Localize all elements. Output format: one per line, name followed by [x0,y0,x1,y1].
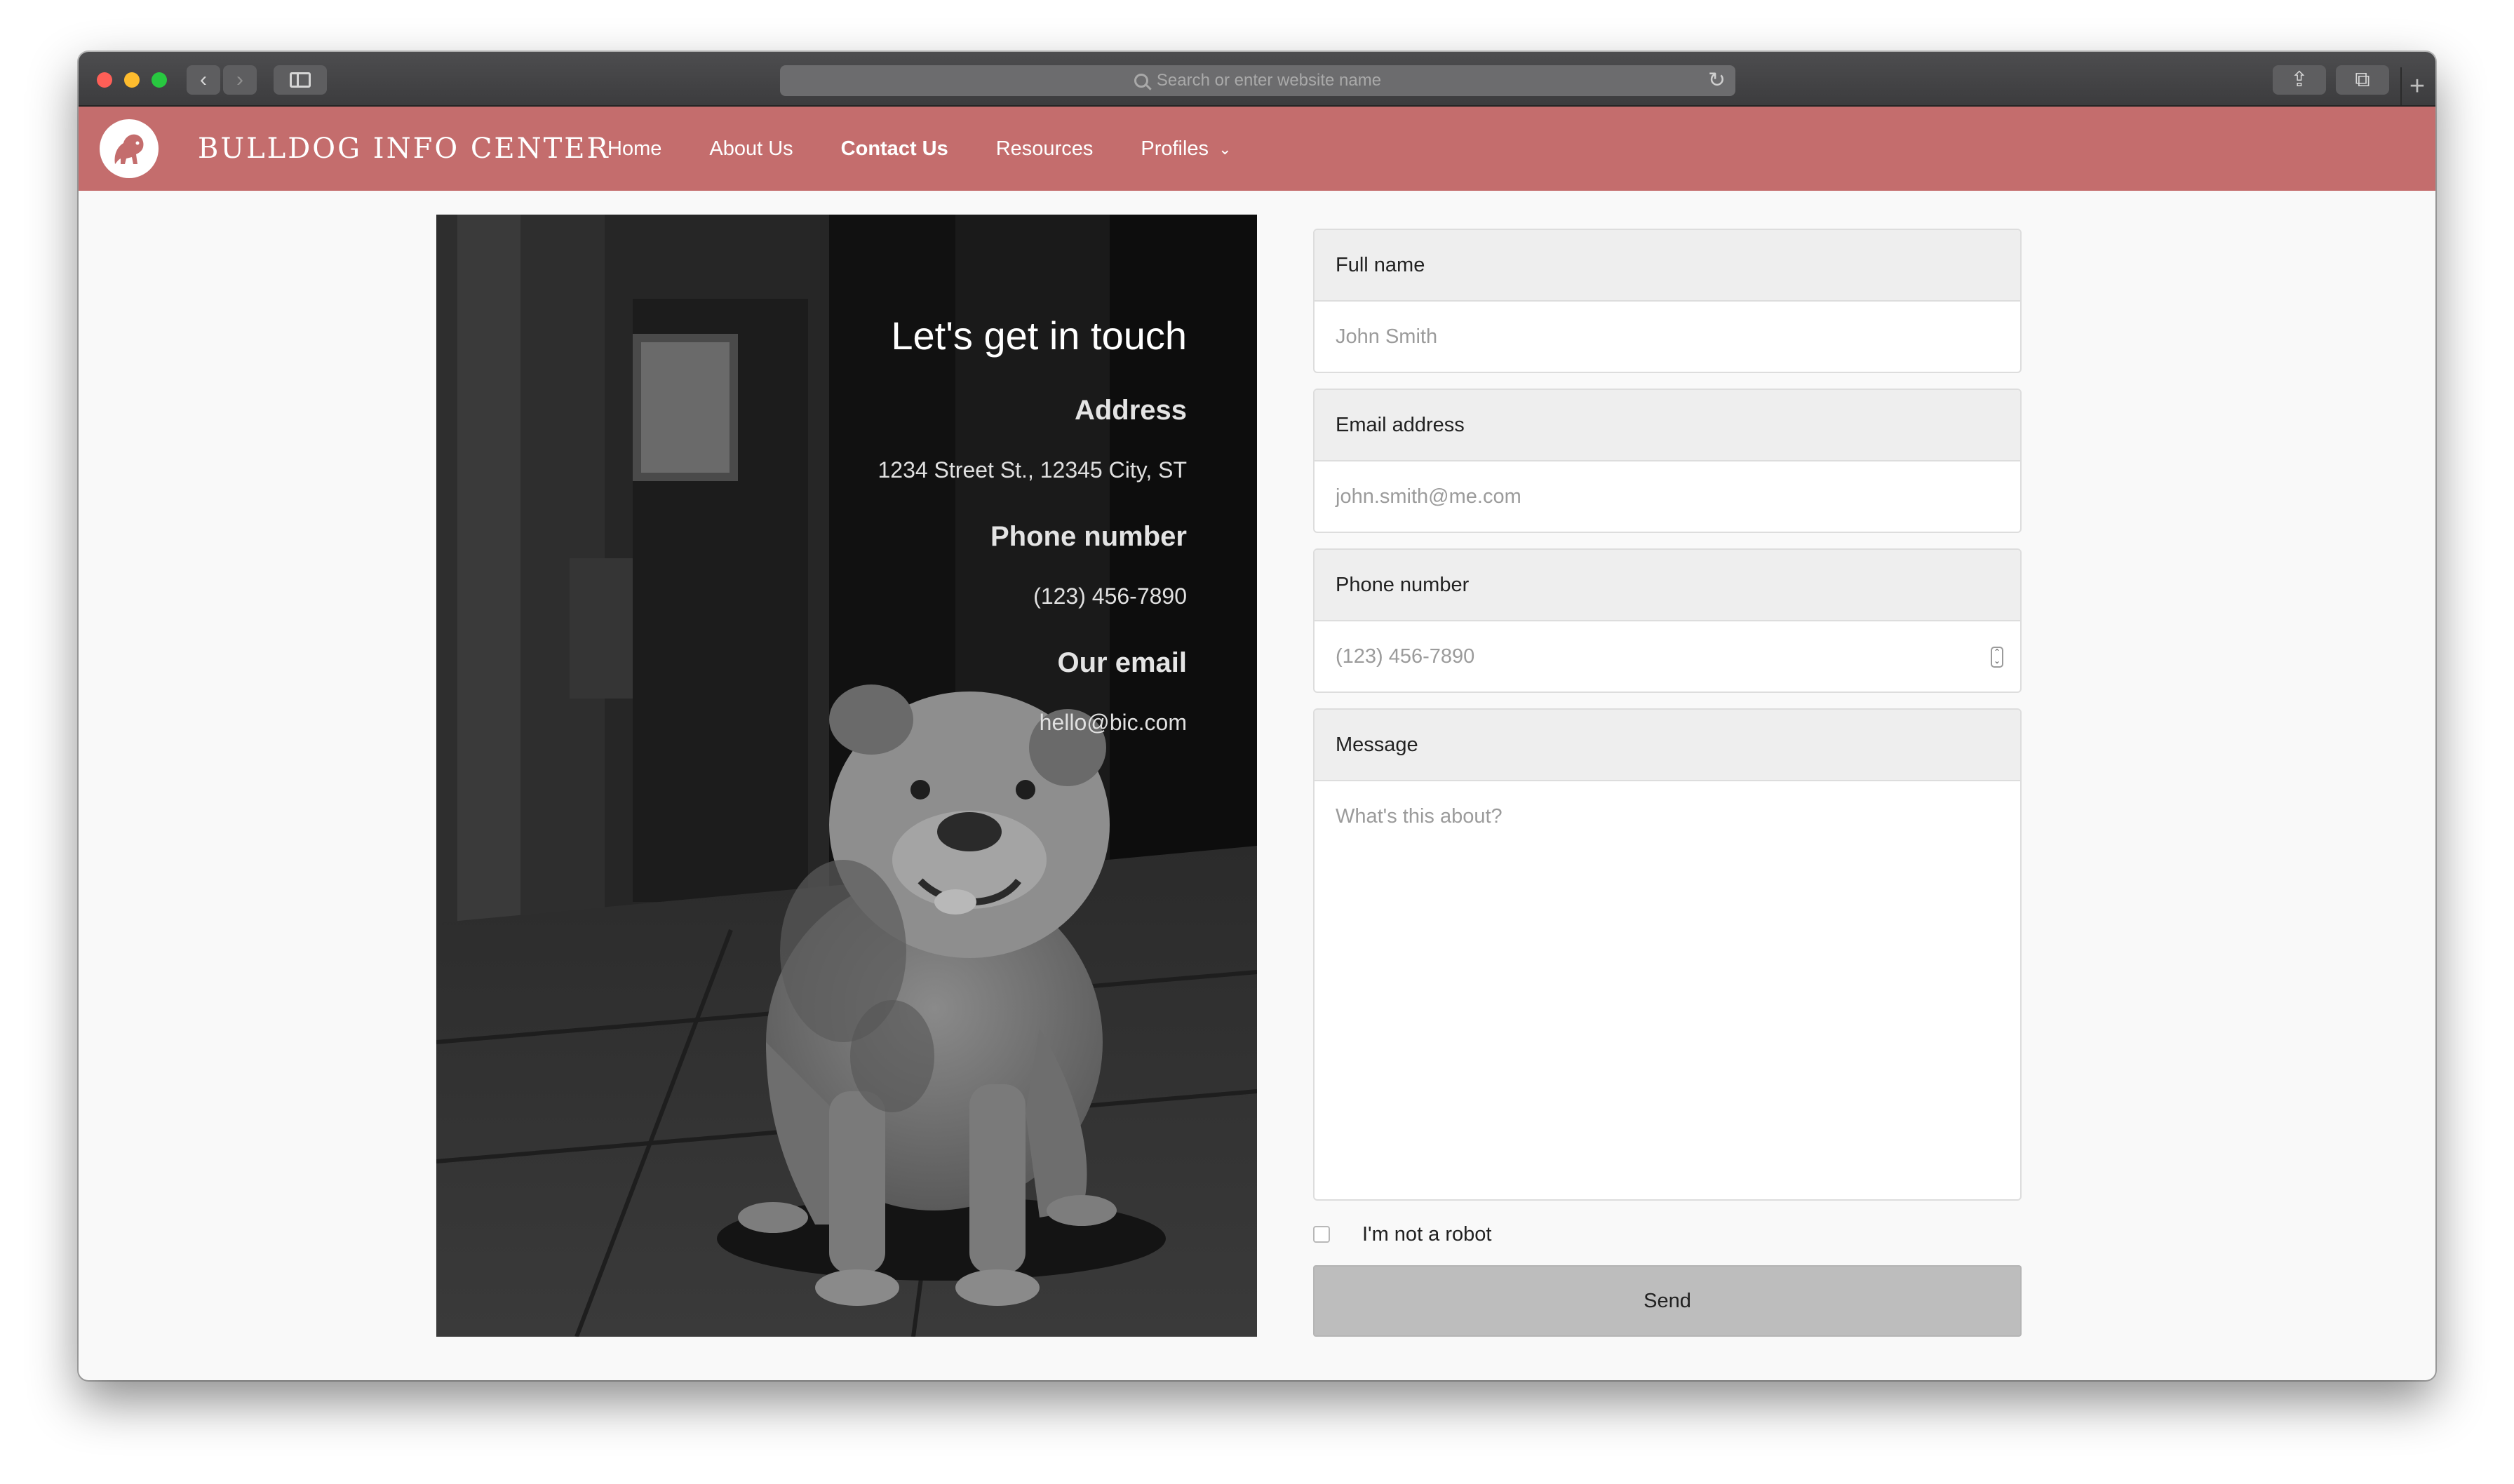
site-brand[interactable]: BULLDOG INFO CENTER [198,107,610,191]
nav-resources[interactable]: Resources [996,137,1094,161]
email-heading: Our email [1057,647,1187,678]
full-name-label: Full name [1315,230,2020,302]
captcha-row: I'm not a robot [1313,1213,2022,1255]
browser-window: ‹ › Search or enter website name ↻ ⇪ ⧉ +… [79,52,2435,1380]
email-label: Email address [1315,390,2020,461]
share-button[interactable]: ⇪ [2273,65,2326,95]
chevron-left-icon: ‹ [200,68,207,91]
phone-group: Phone number (123) 456-7890 ⌃ ⌄ [1313,548,2022,693]
search-icon [1134,74,1148,88]
message-group: Message What's this about? [1313,708,2022,1201]
phone-label: Phone number [1315,550,2020,621]
site-logo[interactable] [100,119,159,178]
forward-button[interactable]: › [223,65,257,95]
contact-info: Let's get in touch Address 1234 Street S… [878,313,1187,774]
close-window-button[interactable] [97,72,112,88]
share-icon: ⇪ [2290,68,2308,91]
tabs-icon: ⧉ [2355,68,2370,91]
phone-heading: Phone number [990,521,1187,552]
email-input[interactable]: john.smith@me.com [1315,461,2020,532]
nav-home[interactable]: Home [607,137,661,161]
address-heading: Address [1074,395,1187,426]
full-name-group: Full name John Smith [1313,229,2022,373]
minimize-window-button[interactable] [124,72,140,88]
not-robot-checkbox[interactable] [1313,1226,1330,1243]
zoom-window-button[interactable] [152,72,167,88]
nav-profiles-dropdown[interactable]: Profiles ⌄ [1141,137,1231,161]
contact-panel: Let's get in touch Address 1234 Street S… [436,215,1257,1337]
nav-profiles-label: Profiles [1141,137,1209,160]
phone-value: (123) 456-7890 [1033,584,1187,609]
tab-overview-button[interactable]: ⧉ [2336,65,2389,95]
send-button[interactable]: Send [1313,1265,2022,1337]
nav-about-us[interactable]: About Us [709,137,793,161]
message-textarea[interactable]: What's this about? [1315,781,2020,1199]
back-button[interactable]: ‹ [187,65,220,95]
number-stepper-icon[interactable]: ⌃ ⌄ [1991,647,2003,668]
full-name-input[interactable]: John Smith [1315,302,2020,372]
sidebar-toggle-button[interactable] [274,65,327,95]
browser-toolbar: ‹ › Search or enter website name ↻ ⇪ ⧉ + [79,52,2435,107]
address-bar[interactable]: Search or enter website name ↻ [780,65,1735,96]
chevron-down-icon: ⌄ [1218,140,1232,158]
plus-icon: + [2409,72,2426,101]
email-group: Email address john.smith@me.com [1313,389,2022,533]
contact-form: Full name John Smith Email address john.… [1313,229,2022,1337]
bulldog-logo-icon [114,134,144,164]
chevron-right-icon: › [236,68,243,91]
message-label: Message [1315,710,2020,781]
phone-input-placeholder: (123) 456-7890 [1336,645,1475,668]
address-value: 1234 Street St., 12345 City, ST [878,457,1187,483]
sidebar-icon [290,72,311,88]
email-value[interactable]: hello@bic.com [878,710,1187,736]
not-robot-label[interactable]: I'm not a robot [1362,1223,1491,1246]
address-bar-placeholder: Search or enter website name [1156,71,1382,90]
contact-title: Let's get in touch [891,313,1187,358]
main-navigation: Home About Us Contact Us Resources Profi… [607,107,1279,191]
site-navbar: BULLDOG INFO CENTER Home About Us Contac… [79,107,2435,191]
phone-input[interactable]: (123) 456-7890 ⌃ ⌄ [1315,621,2020,692]
nav-contact-us[interactable]: Contact Us [841,137,948,161]
new-tab-button[interactable]: + [2400,67,2433,105]
reload-icon[interactable]: ↻ [1708,65,1726,96]
